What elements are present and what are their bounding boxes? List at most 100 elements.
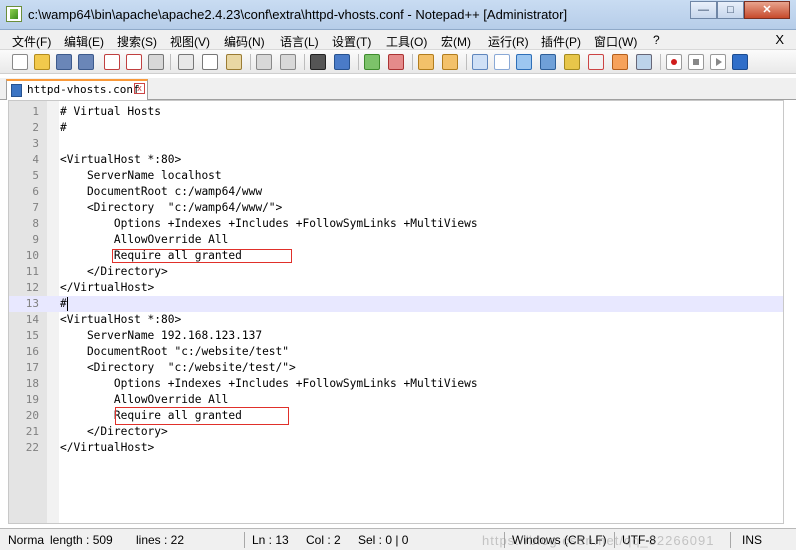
sync-horizontal-icon[interactable] [442,54,458,70]
line-number: 15 [25,329,39,342]
editor-line[interactable]: 21 </Directory> [9,424,783,440]
editor-line[interactable]: 7 <Directory "c:/wamp64/www/"> [9,200,783,216]
code-text[interactable]: </Directory> [60,264,168,280]
code-text[interactable]: ServerName localhost [60,168,222,184]
code-text[interactable]: DocumentRoot c:/wamp64/www [60,184,262,200]
menu-run[interactable]: 运行(R) [488,33,529,50]
zoom-out-icon[interactable] [388,54,404,70]
editor-line[interactable]: 8 Options +Indexes +Includes +FollowSymL… [9,216,783,232]
menu-file[interactable]: 文件(F) [12,33,51,50]
menu-bar: 文件(F) 编辑(E) 搜索(S) 视图(V) 编码(N) 语言(L) 设置(T… [0,30,796,50]
editor-line[interactable]: 13 # [9,296,783,312]
editor-line[interactable]: 1 # Virtual Hosts [9,104,783,120]
menu-search[interactable]: 搜索(S) [117,33,157,50]
editor-line[interactable]: 18 Options +Indexes +Includes +FollowSym… [9,376,783,392]
line-number: 3 [32,137,39,150]
close-file-icon[interactable] [104,54,120,70]
code-text[interactable]: Options +Indexes +Includes +FollowSymLin… [60,216,478,232]
editor-line[interactable]: 9 AllowOverride All [9,232,783,248]
save-all-icon[interactable] [78,54,94,70]
close-all-icon[interactable] [126,54,142,70]
line-number: 13 [25,297,39,310]
stop-macro-icon[interactable] [688,54,704,70]
cut-icon[interactable] [178,54,194,70]
status-line-number: Ln : 13 [252,533,289,547]
play-macro-icon[interactable] [710,54,726,70]
tab-httpd-vhosts[interactable]: httpd-vhosts.conf x [6,79,148,100]
line-number: 20 [25,409,39,422]
minimize-button[interactable]: — [690,1,717,19]
code-text[interactable]: <VirtualHost *:80> [60,312,181,328]
tab-close-icon[interactable]: x [134,83,145,94]
function-list-icon[interactable] [588,54,604,70]
code-text[interactable]: # Virtual Hosts [60,104,161,120]
zoom-in-icon[interactable] [364,54,380,70]
monitoring-icon[interactable] [636,54,652,70]
print-icon[interactable] [148,54,164,70]
code-text[interactable]: Options +Indexes +Includes +FollowSymLin… [60,376,478,392]
folder-workspace-icon[interactable] [612,54,628,70]
code-editor[interactable]: 1 # Virtual Hosts 2 #3 4 <VirtualHost *:80> 5 … [8,100,784,524]
editor-line[interactable]: 3 [9,136,783,152]
code-text[interactable]: DocumentRoot "c:/website/test" [60,344,289,360]
status-insert-mode[interactable]: INS [742,533,762,547]
menu-settings[interactable]: 设置(T) [332,33,371,50]
menu-window[interactable]: 窗口(W) [594,33,637,50]
menu-encoding[interactable]: 编码(N) [224,33,265,50]
editor-line[interactable]: 11 </Directory> [9,264,783,280]
paste-icon[interactable] [226,54,242,70]
open-file-icon[interactable] [34,54,50,70]
editor-line[interactable]: 15 ServerName 192.168.123.137 [9,328,783,344]
close-window-button[interactable]: ✕ [744,1,790,19]
find-icon[interactable] [310,54,326,70]
code-text[interactable]: AllowOverride All [60,232,229,248]
status-file-type: Norma [8,533,45,547]
replace-icon[interactable] [334,54,350,70]
undo-icon[interactable] [256,54,272,70]
code-text[interactable]: <VirtualHost *:80> [60,152,181,168]
editor-line[interactable]: 2 # [9,120,783,136]
editor-line[interactable]: 22 </VirtualHost> [9,440,783,456]
indent-guide-icon[interactable] [516,54,532,70]
new-file-icon[interactable] [12,54,28,70]
editor-line[interactable]: 19 AllowOverride All [9,392,783,408]
save-icon[interactable] [56,54,72,70]
editor-line[interactable]: 12 </VirtualHost> [9,280,783,296]
text-caret [67,297,68,311]
word-wrap-icon[interactable] [472,54,488,70]
editor-line[interactable]: 14 <VirtualHost *:80> [9,312,783,328]
notepadpp-app-icon[interactable] [6,6,22,22]
sync-vertical-icon[interactable] [418,54,434,70]
menu-tools[interactable]: 工具(O) [386,33,427,50]
code-text[interactable]: ServerName 192.168.123.137 [60,328,262,344]
menu-language[interactable]: 语言(L) [280,33,319,50]
record-macro-icon[interactable] [666,54,682,70]
editor-line[interactable]: 6 DocumentRoot c:/wamp64/www [9,184,783,200]
maximize-button[interactable]: □ [717,1,744,19]
code-text[interactable]: AllowOverride All [60,392,229,408]
code-text[interactable]: <Directory "c:/website/test/"> [60,360,296,376]
editor-line[interactable]: 5 ServerName localhost [9,168,783,184]
code-text[interactable]: <Directory "c:/wamp64/www/"> [60,200,282,216]
code-text[interactable]: # [60,296,67,312]
run-macro-multiple-icon[interactable] [732,54,748,70]
copy-icon[interactable] [202,54,218,70]
code-text[interactable]: </Directory> [60,424,168,440]
code-text[interactable]: </VirtualHost> [60,280,154,296]
code-text[interactable]: # [60,120,67,136]
doc-map-icon[interactable] [564,54,580,70]
menu-plugins[interactable]: 插件(P) [541,33,581,50]
menu-help[interactable]: ? [653,33,660,47]
menu-view[interactable]: 视图(V) [170,33,210,50]
menu-edit[interactable]: 编辑(E) [64,33,104,50]
show-all-chars-icon[interactable] [494,54,510,70]
editor-line[interactable]: 4 <VirtualHost *:80> [9,152,783,168]
editor-line[interactable]: 17 <Directory "c:/website/test/"> [9,360,783,376]
status-length: length : 509 [50,533,113,547]
menu-macro[interactable]: 宏(M) [441,33,471,50]
code-text[interactable]: </VirtualHost> [60,440,154,456]
udl-icon[interactable] [540,54,556,70]
close-document-button[interactable]: X [775,32,784,47]
redo-icon[interactable] [280,54,296,70]
editor-line[interactable]: 16 DocumentRoot "c:/website/test" [9,344,783,360]
